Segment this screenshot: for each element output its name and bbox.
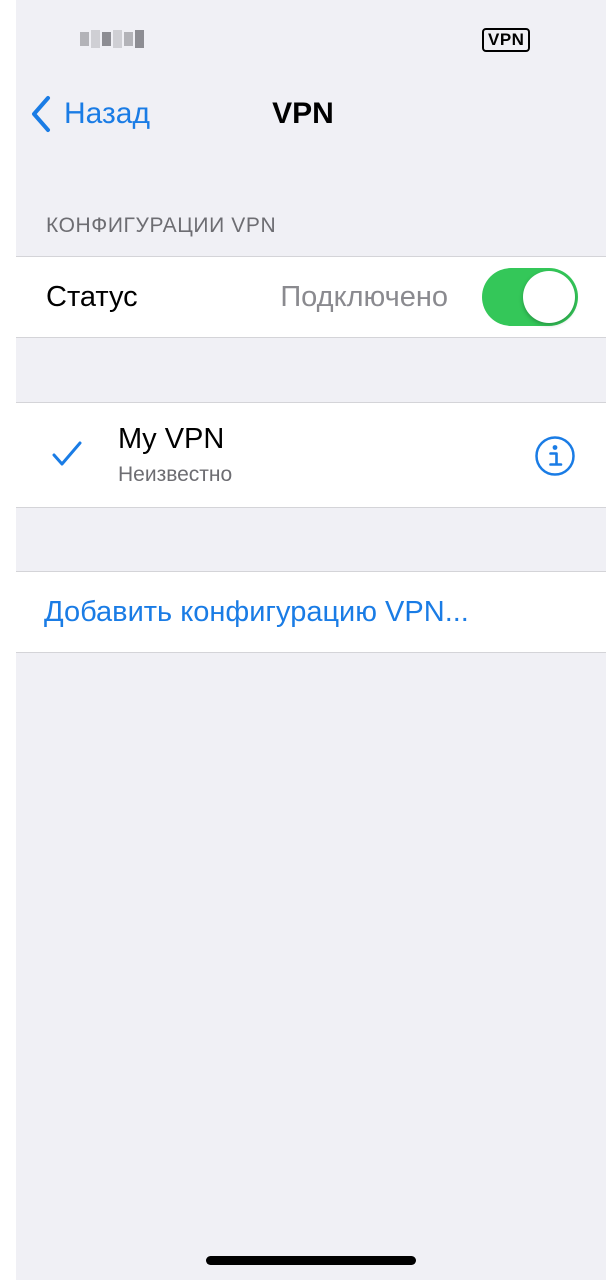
info-icon[interactable] [534,435,576,482]
add-config-row: Добавить конфигурацию VPN... [16,571,606,653]
carrier-name [80,28,144,50]
navigation-bar: Назад VPN [0,80,606,146]
add-vpn-configuration-link[interactable]: Добавить конфигурацию VPN... [44,596,469,629]
vpn-status-badge: VPN [482,28,531,52]
toggle-knob [523,271,575,323]
section-header-vpn-configurations: КОНФИГУРАЦИИ VPN [46,214,277,237]
status-value: Подключено [280,281,448,313]
home-indicator[interactable] [206,1256,416,1265]
vpn-toggle[interactable] [482,268,578,326]
status-bar: VPN [0,0,606,80]
status-row: Статус Подключено [16,256,606,338]
vpn-config-status: Неизвестно [118,463,233,486]
vpn-config-name: My VPN [118,423,225,455]
left-edge [0,0,16,1280]
vpn-config-row[interactable]: My VPN Неизвестно [16,402,606,508]
status-label: Статус [46,281,138,313]
page-title: VPN [272,97,334,130]
checkmark-icon [52,441,82,472]
